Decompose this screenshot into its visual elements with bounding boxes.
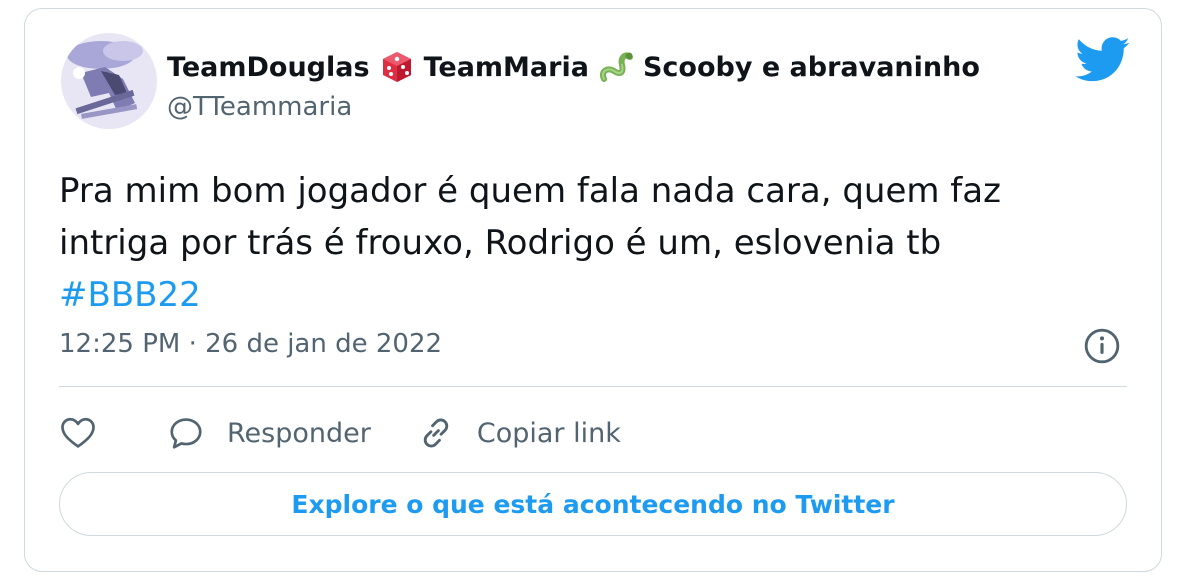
display-name-part-3: Scooby e abravaninho [642,51,980,83]
link-icon [423,418,449,448]
snake-icon [599,52,633,82]
twitter-bird-icon[interactable] [1075,37,1131,83]
action-bar: Responder Copiar link [59,409,621,457]
display-name-part-2: TeamMaria [423,51,589,83]
heart-icon [61,417,95,448]
tweet-text: Pra mim bom jogador é quem fala nada car… [59,165,1119,321]
display-name-part-1: TeamDouglas [167,51,370,83]
copy-link-label: Copiar link [476,417,621,449]
dice-icon [382,52,411,82]
hashtag-link[interactable]: #BBB22 [59,269,1119,321]
tweet-text-line-2: intriga por trás é frouxo, Rodrigo é um,… [59,223,942,263]
user-handle[interactable]: @TTeammaria [167,92,352,122]
explore-twitter-button[interactable]: Explore o que está acontecendo no Twitte… [59,472,1127,536]
tweet-card: TeamDouglas TeamMaria Scooby e abravanin… [24,8,1162,572]
divider [59,386,1127,387]
reply-label: Responder [227,417,371,449]
display-name[interactable]: TeamDouglas TeamMaria Scooby e abravanin… [167,49,980,85]
reply-button[interactable]: Responder [167,414,371,452]
avatar-image [61,33,157,129]
like-button[interactable] [59,414,97,452]
tweet-text-line-1: Pra mim bom jogador é quem fala nada car… [59,171,1001,211]
avatar[interactable] [61,33,157,129]
tweet-timestamp[interactable]: 12:25 PM · 26 de jan de 2022 [59,329,442,359]
info-icon[interactable] [1083,327,1121,365]
reply-icon [170,418,202,449]
copy-link-button[interactable]: Copiar link [417,414,621,452]
